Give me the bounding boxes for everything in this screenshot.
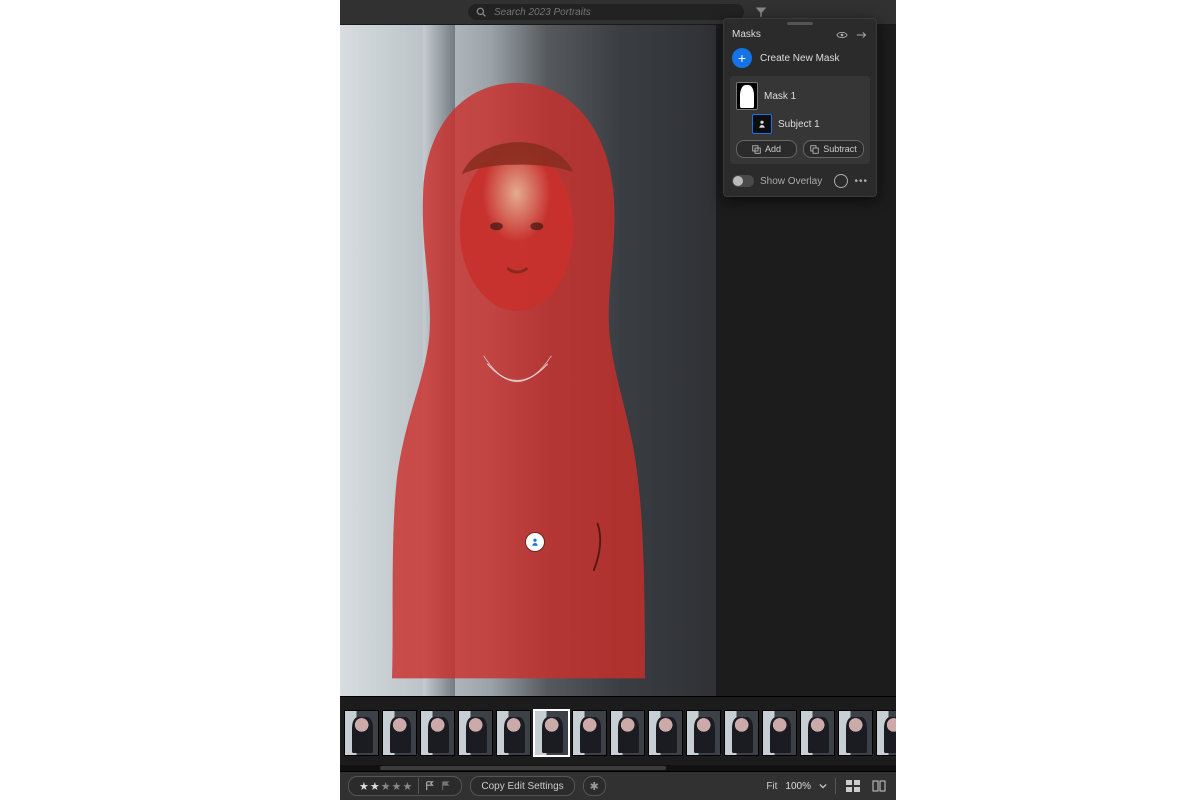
compare-view-icon[interactable]: [870, 777, 888, 795]
reject-flag-icon[interactable]: [441, 781, 451, 791]
rating-pill[interactable]: ★★★★★: [348, 776, 462, 796]
star-icon[interactable]: ★: [381, 780, 391, 793]
filmstrip-thumb[interactable]: [344, 710, 379, 756]
mask-card: Mask 1 Subject 1 Add Subtract: [730, 76, 870, 164]
filmstrip-thumb[interactable]: [686, 710, 721, 756]
filmstrip-thumb[interactable]: [724, 710, 759, 756]
more-icon[interactable]: •••: [854, 176, 868, 187]
filmstrip-thumb[interactable]: [496, 710, 531, 756]
subject-name: Subject 1: [778, 119, 820, 130]
separator: [835, 778, 836, 794]
subject-pin-icon[interactable]: [526, 533, 544, 551]
filter-icon[interactable]: [754, 5, 768, 19]
eye-icon[interactable]: [836, 30, 848, 40]
subtract-from-mask-button[interactable]: Subtract: [803, 140, 864, 158]
mask-component-item[interactable]: Subject 1: [734, 112, 866, 136]
separator: [418, 778, 419, 794]
filmstrip-thumb[interactable]: [420, 710, 455, 756]
filmstrip-thumb[interactable]: [534, 710, 569, 756]
photo-preview: [340, 25, 716, 696]
filmstrip-thumb[interactable]: [762, 710, 797, 756]
search-input[interactable]: [492, 6, 736, 19]
plus-icon: +: [732, 48, 752, 68]
star-icon[interactable]: ★: [403, 780, 413, 793]
subtract-label: Subtract: [823, 144, 857, 154]
show-overlay-label: Show Overlay: [760, 176, 822, 187]
subtract-icon: [810, 145, 819, 154]
create-new-mask-button[interactable]: + Create New Mask: [724, 44, 876, 74]
add-to-mask-button[interactable]: Add: [736, 140, 797, 158]
filmstrip[interactable]: [340, 696, 896, 765]
grid-view-icon[interactable]: [844, 777, 862, 795]
mask-name: Mask 1: [764, 91, 796, 102]
filmstrip-thumb[interactable]: [610, 710, 645, 756]
panel-drag-handle[interactable]: [724, 19, 876, 27]
filmstrip-thumb[interactable]: [572, 710, 607, 756]
star-icon[interactable]: ★: [359, 780, 369, 793]
app-window: ★★★★★ Copy Edit Settings ✱ Fit 100% Mask…: [340, 0, 896, 800]
filmstrip-thumb[interactable]: [800, 710, 835, 756]
settings-gear-button[interactable]: ✱: [583, 776, 606, 796]
chevron-down-icon[interactable]: [819, 782, 827, 790]
undock-icon[interactable]: [856, 30, 868, 40]
add-label: Add: [765, 144, 781, 154]
rating-stars[interactable]: ★★★★★: [359, 780, 412, 793]
copy-edit-settings-button[interactable]: Copy Edit Settings: [470, 776, 574, 796]
filmstrip-thumb[interactable]: [382, 710, 417, 756]
subject-thumbnail: [752, 114, 772, 134]
star-icon[interactable]: ★: [370, 780, 380, 793]
overlay-color-swatch[interactable]: [834, 174, 848, 188]
search-field[interactable]: [468, 4, 744, 20]
zoom-value[interactable]: 100%: [785, 781, 811, 792]
filmstrip-thumb[interactable]: [648, 710, 683, 756]
show-overlay-toggle[interactable]: [732, 175, 754, 187]
filmstrip-thumb[interactable]: [876, 710, 896, 756]
star-icon[interactable]: ★: [392, 780, 402, 793]
create-new-mask-label: Create New Mask: [760, 53, 839, 64]
mask-thumbnail: [736, 82, 758, 110]
masks-panel[interactable]: Masks + Create New Mask Mask 1 Subject 1: [723, 18, 877, 197]
search-icon: [476, 7, 486, 17]
add-icon: [752, 145, 761, 154]
filmstrip-thumb[interactable]: [458, 710, 493, 756]
mask-item[interactable]: Mask 1: [734, 80, 866, 112]
gear-icon: ✱: [590, 780, 599, 793]
filmstrip-thumb[interactable]: [838, 710, 873, 756]
flag-icon[interactable]: [425, 781, 435, 791]
canvas[interactable]: [340, 25, 716, 696]
fit-label[interactable]: Fit: [766, 781, 777, 792]
mask-overlay: [370, 65, 663, 682]
copy-edit-settings-label: Copy Edit Settings: [481, 781, 563, 792]
bottom-bar: ★★★★★ Copy Edit Settings ✱ Fit 100%: [340, 771, 896, 800]
masks-panel-title: Masks: [732, 29, 761, 40]
